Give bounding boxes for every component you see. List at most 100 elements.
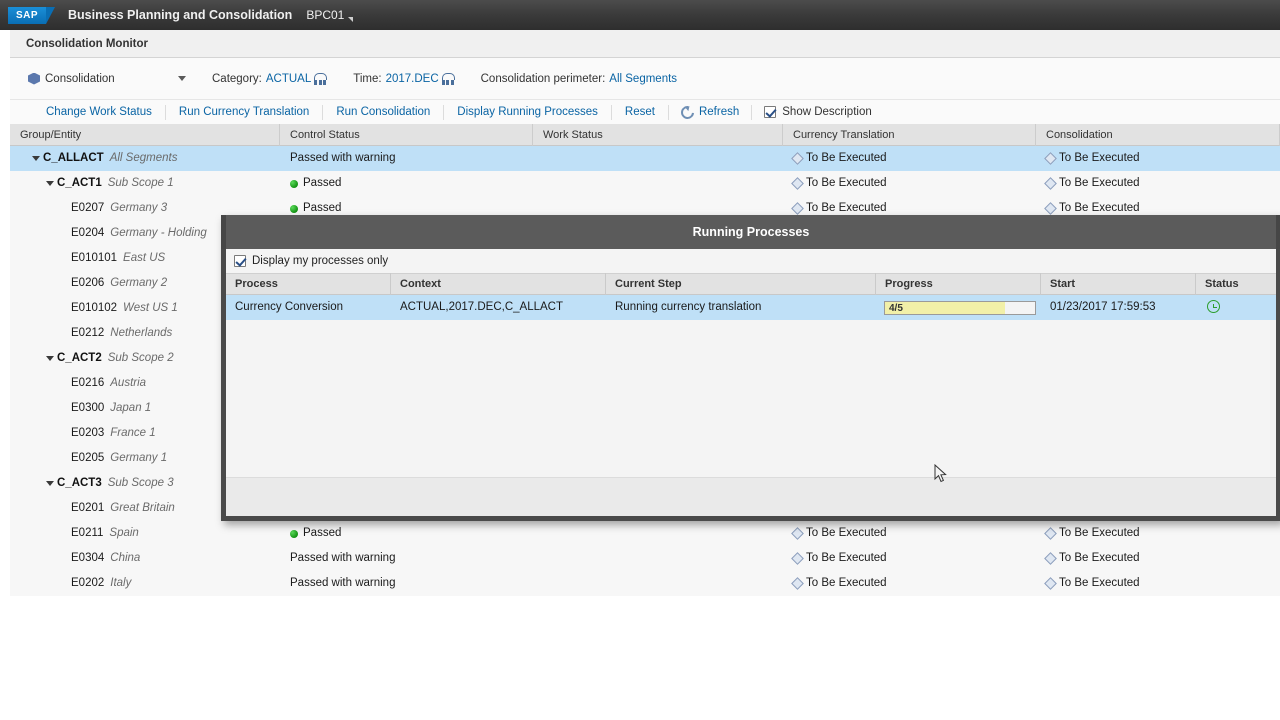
entity-description: Austria [110, 377, 147, 389]
chevron-down-icon[interactable] [348, 17, 354, 22]
value-help-icon[interactable] [441, 72, 455, 85]
progress-bar-fill [885, 301, 1005, 314]
checkbox-icon[interactable] [764, 106, 777, 118]
filter-perimeter: Consolidation perimeter: All Segments [481, 73, 677, 85]
sap-logo: SAP [8, 6, 55, 24]
refresh-button[interactable]: Refresh [669, 102, 753, 122]
cell-progress: 4/5 [876, 295, 1041, 320]
show-description-checkbox[interactable]: Show Description [752, 106, 872, 118]
system-id[interactable]: BPC01 [306, 8, 344, 22]
status-to-be-executed-icon [1044, 202, 1057, 215]
cell-control-status: Passed with warning [280, 571, 533, 596]
cell-group-entity: C_ALLACT All Segments [10, 146, 280, 171]
dialog-table-row[interactable]: Currency Conversion ACTUAL,2017.DEC,C_ALL… [226, 295, 1276, 320]
show-description-label: Show Description [782, 106, 872, 118]
entity-description: France 1 [110, 427, 156, 439]
status-to-be-executed-icon [791, 152, 804, 165]
tree-expand-icon[interactable] [32, 156, 40, 161]
column-header-status[interactable]: Status [1196, 273, 1276, 295]
cell-consolidation: To Be Executed [1036, 546, 1280, 571]
status-passed-icon [290, 204, 298, 213]
table-row[interactable]: E0202 Italy Passed with warning To Be Execu… [10, 571, 1280, 596]
shell-header: SAP Business Planning and Consolidation … [0, 0, 1280, 30]
filter-time: Time: 2017.DEC [353, 72, 455, 85]
app-title: Business Planning and Consolidation [68, 8, 293, 22]
dialog-titlebar[interactable]: Running Processes [221, 215, 1280, 249]
tree-expand-icon[interactable] [46, 356, 54, 361]
column-header-start[interactable]: Start [1041, 273, 1196, 295]
cell-group-entity: C_ACT1 Sub Scope 1 [10, 171, 280, 196]
entity-description: Germany 2 [110, 277, 168, 289]
table-row[interactable]: C_ALLACT All Segments Passed with warning T… [10, 146, 1280, 171]
column-header-group-entity[interactable]: Group/Entity [10, 123, 280, 146]
cell-control-status: Passed with warning [280, 546, 533, 571]
perimeter-value[interactable]: All Segments [609, 73, 677, 85]
module-selector[interactable]: Consolidation [28, 68, 186, 90]
column-header-currency-translation[interactable]: Currency Translation [783, 123, 1036, 146]
column-header-context[interactable]: Context [391, 273, 606, 295]
action-toolbar: Change Work Status Run Currency Translat… [10, 100, 1280, 124]
tree-expand-icon[interactable] [46, 181, 54, 186]
status-passed-icon [290, 529, 298, 538]
refresh-label: Refresh [698, 106, 740, 118]
time-label: Time: [353, 72, 382, 85]
tree-expand-icon[interactable] [46, 481, 54, 486]
table-row[interactable]: C_ACT1 Sub Scope 1 Passed To Be Executed To … [10, 171, 1280, 196]
time-value[interactable]: 2017.DEC [386, 73, 439, 85]
cell-consolidation: To Be Executed [1036, 571, 1280, 596]
entity-description: West US 1 [123, 302, 178, 314]
display-my-processes-checkbox[interactable]: Display my processes only [226, 249, 1276, 273]
column-header-work-status[interactable]: Work Status [533, 123, 783, 146]
column-header-consolidation[interactable]: Consolidation [1036, 123, 1280, 146]
dialog-footer [226, 477, 1276, 516]
cell-control-status: Passed with warning [280, 146, 533, 171]
status-text: To Be Executed [806, 552, 887, 564]
column-header-progress[interactable]: Progress [876, 273, 1041, 295]
entity-id: E0202 [71, 577, 105, 589]
cell-work-status [533, 546, 783, 571]
status-to-be-executed-icon [791, 552, 804, 565]
category-value[interactable]: ACTUAL [266, 73, 311, 85]
app-root: SAP Business Planning and Consolidation … [0, 0, 1280, 720]
cell-work-status [533, 171, 783, 196]
cell-currency-translation: To Be Executed [783, 146, 1036, 171]
run-consolidation-button[interactable]: Run Consolidation [323, 104, 445, 120]
display-running-processes-button[interactable]: Display Running Processes [444, 104, 612, 120]
column-header-process[interactable]: Process [226, 273, 391, 295]
run-currency-translation-button[interactable]: Run Currency Translation [166, 104, 324, 120]
entity-id: C_ACT1 [57, 177, 102, 189]
control-status-text: Passed with warning [290, 552, 396, 564]
entity-id: C_ACT2 [57, 352, 102, 364]
entity-id: E0211 [71, 527, 104, 539]
status-text: To Be Executed [1059, 152, 1140, 164]
status-to-be-executed-icon [791, 577, 804, 590]
entity-id: E0204 [71, 227, 105, 239]
entity-id: E0203 [71, 427, 105, 439]
change-work-status-button[interactable]: Change Work Status [33, 104, 166, 120]
chevron-down-icon[interactable] [178, 76, 186, 81]
table-row[interactable]: E0304 China Passed with warning To Be Execu… [10, 546, 1280, 571]
table-row[interactable]: E0211 Spain Passed To Be Executed To Be Exec… [10, 521, 1280, 546]
value-help-icon[interactable] [314, 72, 328, 85]
dialog-rows: Currency Conversion ACTUAL,2017.DEC,C_ALL… [226, 295, 1276, 320]
progress-bar-label: 4/5 [889, 302, 903, 314]
checkbox-icon[interactable] [234, 255, 246, 267]
status-to-be-executed-icon [1044, 152, 1057, 165]
entity-description: Great Britain [110, 502, 175, 514]
status-to-be-executed-icon [1044, 527, 1057, 540]
reset-button[interactable]: Reset [612, 104, 669, 120]
column-header-current-step[interactable]: Current Step [606, 273, 876, 295]
cell-currency-translation: To Be Executed [783, 521, 1036, 546]
entity-description: Japan 1 [110, 402, 152, 414]
dialog-body: Display my processes only Process Contex… [226, 249, 1276, 482]
entity-description: Netherlands [110, 327, 173, 339]
status-text: To Be Executed [806, 152, 887, 164]
cell-current-step: Running currency translation [615, 301, 762, 313]
status-to-be-executed-icon [1044, 552, 1057, 565]
status-text: To Be Executed [1059, 577, 1140, 589]
column-header-control-status[interactable]: Control Status [280, 123, 533, 146]
dialog-title: Running Processes [692, 225, 810, 239]
cell-start: 01/23/2017 17:59:53 [1050, 301, 1156, 313]
cell-consolidation: To Be Executed [1036, 171, 1280, 196]
cell-currency-translation: To Be Executed [783, 571, 1036, 596]
